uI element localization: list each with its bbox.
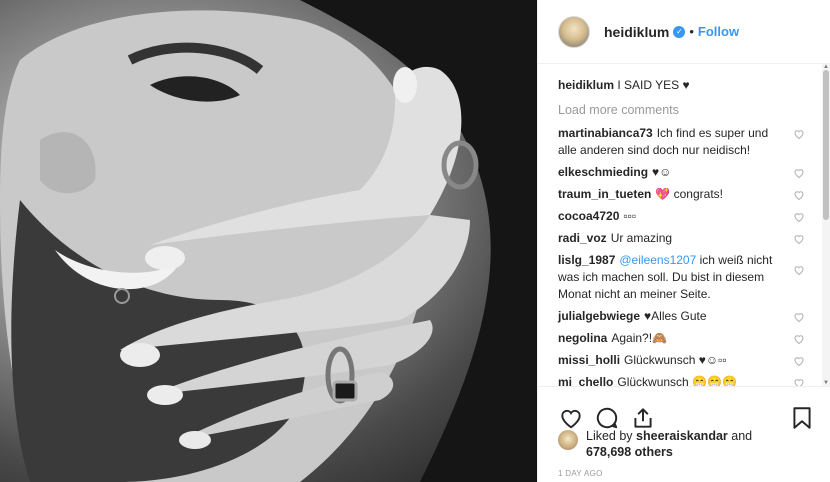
load-more-comments-button[interactable]: Load more comments: [558, 103, 811, 117]
like-comment-heart-icon[interactable]: [793, 333, 805, 345]
likes-others[interactable]: others: [635, 445, 673, 459]
separator-dot: •: [689, 24, 694, 39]
comment-item: negolina Again?!🙈: [558, 330, 811, 347]
comment-username[interactable]: elkeschmieding: [558, 165, 648, 179]
comment-text: 💖 congrats!: [655, 187, 723, 201]
comment-item: martinabianca73 Ich find es super und all…: [558, 125, 811, 159]
follow-button[interactable]: Follow: [698, 24, 739, 39]
comment-item: lislg_1987 @eileens1207 ich weiß nicht wa…: [558, 252, 811, 303]
comment-text: ▫▫▫: [623, 209, 637, 223]
comment-username[interactable]: mi_chello: [558, 375, 613, 386]
liker-username[interactable]: sheeraiskandar: [636, 429, 728, 443]
comment-item: missi_holli Glückwunsch ♥☺▫▫: [558, 352, 811, 369]
avatar[interactable]: [558, 15, 590, 48]
like-comment-heart-icon[interactable]: [793, 211, 805, 223]
comments-list[interactable]: heidiklum I SAID YES ♥ Load more comment…: [538, 64, 830, 386]
comment-text: Glückwunsch 😁😁😁: [617, 375, 737, 386]
comment-username[interactable]: julialgebwiege: [558, 309, 640, 323]
photo-illustration: [0, 0, 537, 482]
post-photo[interactable]: [0, 0, 537, 482]
comment-username[interactable]: cocoa4720: [558, 209, 619, 223]
post-caption: heidiklum I SAID YES ♥: [558, 77, 811, 93]
bookmark-icon[interactable]: [789, 405, 815, 431]
post-side-panel: heidiklum ✓ • Follow heidiklum I SAID YE…: [537, 0, 830, 482]
like-comment-heart-icon[interactable]: [793, 167, 805, 179]
comment-text: Glückwunsch ♥☺▫▫: [624, 353, 727, 367]
caption-text: I SAID YES ♥: [617, 78, 690, 92]
heart-icon[interactable]: [558, 405, 584, 431]
comment-username[interactable]: lislg_1987: [558, 253, 615, 267]
comment-item: traum_in_tueten 💖 congrats!: [558, 186, 811, 203]
likes-count[interactable]: 678,698: [586, 445, 631, 459]
post-timestamp[interactable]: 1 DAY AGO: [558, 469, 603, 478]
comment-item: mi_chello Glückwunsch 😁😁😁: [558, 374, 811, 386]
verified-badge-icon: ✓: [673, 25, 686, 38]
scrollbar-thumb[interactable]: [823, 70, 829, 220]
like-comment-heart-icon[interactable]: [793, 264, 805, 276]
comment-icon[interactable]: [594, 405, 620, 431]
caption-username[interactable]: heidiklum: [558, 78, 614, 92]
comment-username[interactable]: radi_voz: [558, 231, 607, 245]
comment-username[interactable]: martinabianca73: [558, 126, 653, 140]
like-comment-heart-icon[interactable]: [793, 189, 805, 201]
like-comment-heart-icon[interactable]: [793, 311, 805, 323]
comment-text: Ur amazing: [610, 231, 673, 245]
comment-item: cocoa4720 ▫▫▫: [558, 208, 811, 225]
like-comment-heart-icon[interactable]: [793, 233, 805, 245]
comment-text: ♥☺: [652, 165, 672, 179]
like-comment-heart-icon[interactable]: [793, 355, 805, 367]
like-comment-heart-icon[interactable]: [793, 377, 805, 386]
comment-item: radi_voz Ur amazing: [558, 230, 811, 247]
comment-text: ♥Alles Gute: [644, 309, 707, 323]
post-header: heidiklum ✓ • Follow: [538, 0, 830, 64]
likes-prefix: Liked by: [586, 429, 633, 443]
likes-summary: Liked by sheeraiskandar and 678,698 othe…: [558, 428, 818, 460]
comments-scrollbar[interactable]: ▲ ▼: [822, 64, 830, 386]
comment-mention-link[interactable]: @eileens1207: [619, 253, 696, 267]
like-comment-heart-icon[interactable]: [793, 128, 805, 140]
liker-avatar[interactable]: [558, 430, 578, 450]
comment-username[interactable]: negolina: [558, 331, 607, 345]
likes-and: and: [731, 429, 753, 443]
comment-item: elkeschmieding ♥☺: [558, 164, 811, 181]
comment-username[interactable]: missi_holli: [558, 353, 620, 367]
comment-item: julialgebwiege ♥Alles Gute: [558, 308, 811, 325]
comment-text: Again?!🙈: [611, 331, 667, 345]
comment-username[interactable]: traum_in_tueten: [558, 187, 651, 201]
share-icon[interactable]: [630, 405, 656, 431]
author-username[interactable]: heidiklum: [604, 24, 669, 40]
